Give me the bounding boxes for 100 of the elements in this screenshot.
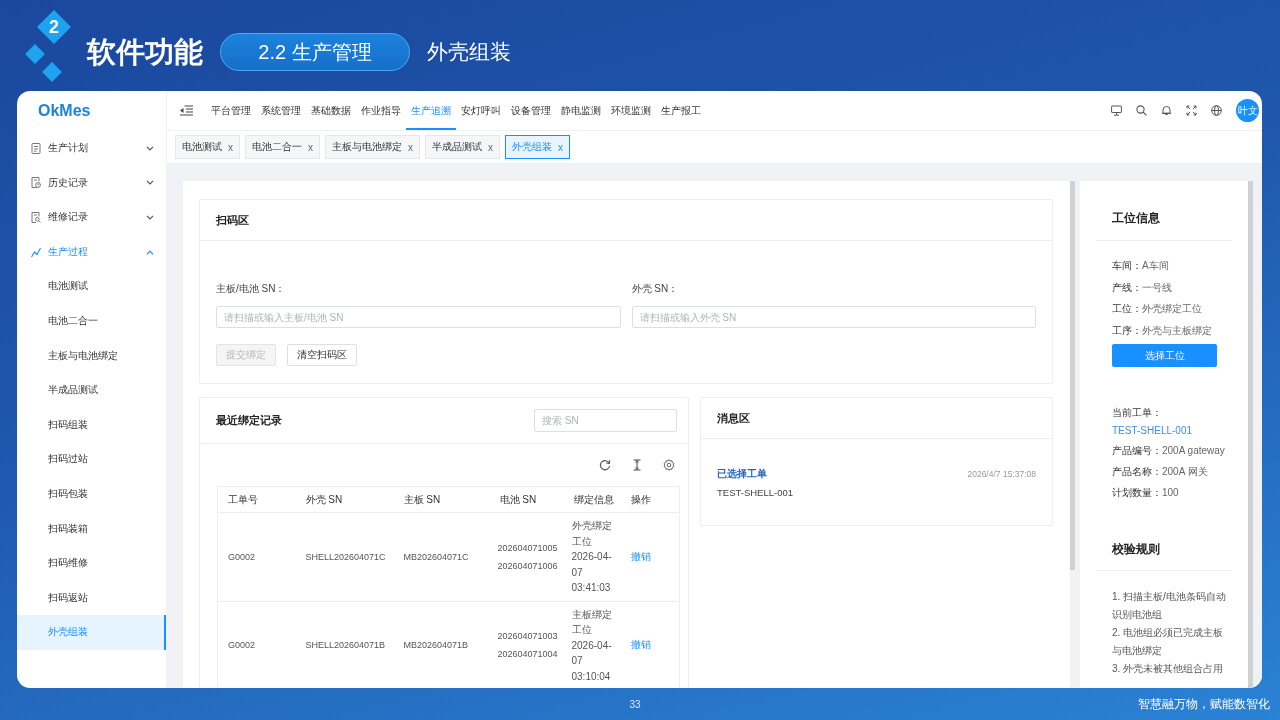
- sidebar-subitem[interactable]: 扫码过站: [17, 442, 166, 477]
- menu-fold-icon[interactable]: [180, 105, 193, 116]
- column-header: 主板 SN: [393, 486, 490, 513]
- tab-close-button[interactable]: x: [228, 141, 233, 153]
- message-title: 已选择工单: [717, 467, 767, 481]
- settings-icon[interactable]: [663, 459, 675, 471]
- page-tab[interactable]: 电池二合一 x: [245, 135, 320, 159]
- top-menu-item[interactable]: 平台管理: [206, 91, 256, 130]
- sidebar-subitem[interactable]: 扫码返站: [17, 580, 166, 616]
- info-value: 200A gateway: [1162, 445, 1225, 456]
- table-cell: 主板绑定工位 2026-04-07 03:10:04: [563, 601, 621, 688]
- slogan: 智慧融万物，赋能数智化: [1138, 695, 1270, 713]
- document-icon: [31, 142, 41, 154]
- chevron-down-icon[interactable]: [146, 215, 154, 220]
- info-value: A车间: [1142, 260, 1169, 271]
- info-label: 计划数量：: [1112, 487, 1162, 498]
- sidebar-item[interactable]: 生产计划: [17, 131, 166, 166]
- info-label: 车间：: [1112, 260, 1142, 271]
- column-header: 电池 SN: [489, 486, 564, 513]
- search-icon[interactable]: [1136, 105, 1147, 116]
- column-height-icon[interactable]: [631, 459, 643, 471]
- card-title: 消息区: [717, 410, 750, 426]
- input-field[interactable]: 请扫描或输入外壳 SN: [631, 306, 1036, 328]
- top-menu-item[interactable]: 生产报工: [656, 91, 706, 130]
- table-cell: MB202604071B: [393, 601, 490, 688]
- info-label: 工序：: [1112, 324, 1142, 336]
- sidebar-subitem[interactable]: 电池二合一: [17, 303, 166, 339]
- info-label: 产品编号：: [1112, 445, 1162, 456]
- sidebar-item[interactable]: 维修记录: [17, 200, 166, 235]
- line-chart-icon: [31, 246, 41, 258]
- monitor-icon[interactable]: [1111, 105, 1122, 116]
- top-menu-item[interactable]: 静电监测: [556, 91, 606, 130]
- field-label: 主板/电池 SN：: [216, 282, 287, 296]
- column-header: 外壳 SN: [295, 486, 394, 513]
- top-menu-item[interactable]: 作业指导: [356, 91, 406, 130]
- card-title: 扫码区: [216, 212, 249, 228]
- info-value: 外壳与主板绑定: [1142, 324, 1212, 336]
- rule-text: 3. 外壳未被其他组合占用: [1112, 662, 1225, 676]
- section-pill: 2.2 生产管理: [220, 33, 410, 71]
- info-value: 200A 网关: [1162, 466, 1208, 477]
- card-title: 最近绑定记录: [216, 413, 282, 428]
- page-tab[interactable]: 半成品测试 x: [425, 135, 500, 159]
- page-tab[interactable]: 电池测试 x: [175, 135, 240, 159]
- sidebar-subitem[interactable]: 扫码维修: [17, 546, 166, 581]
- chevron-down-icon[interactable]: [146, 180, 154, 186]
- tab-close-button[interactable]: x: [408, 141, 413, 153]
- scrollbar[interactable]: [1248, 181, 1253, 688]
- page-tab[interactable]: 主板与电池绑定 x: [325, 135, 420, 159]
- input-field[interactable]: 请扫描或输入主板/电池 SN: [216, 306, 621, 328]
- search-field[interactable]: 搜索 SN: [534, 409, 677, 432]
- top-menu-item[interactable]: 基础数据: [306, 91, 356, 130]
- fullscreen-icon[interactable]: [1186, 105, 1197, 116]
- document-search-icon: [31, 212, 41, 223]
- info-value: 一号线: [1142, 281, 1172, 293]
- table-cell: SHELL202604071B: [295, 601, 394, 688]
- info-label: 产品名称：: [1112, 466, 1162, 477]
- top-menu-item[interactable]: 安灯呼叫: [456, 91, 506, 130]
- scrollbar[interactable]: [1070, 181, 1075, 570]
- top-menu-item[interactable]: 环境监测: [606, 91, 656, 130]
- chevron-down-icon[interactable]: [146, 145, 154, 151]
- document-clock-icon: [31, 177, 41, 189]
- clear-button[interactable]: 清空扫码区: [287, 344, 357, 366]
- table-cell: G0002: [217, 512, 296, 601]
- page-number: 33: [629, 698, 641, 710]
- top-menu-item[interactable]: 设备管理: [506, 91, 556, 130]
- sidebar-subitem[interactable]: 扫码装箱: [17, 511, 166, 547]
- table-cell: SHELL202604071C: [295, 512, 394, 601]
- tab-close-button[interactable]: x: [308, 141, 313, 153]
- sidebar-subitem[interactable]: 主板与电池绑定: [17, 338, 166, 374]
- refresh-icon[interactable]: [599, 459, 611, 471]
- info-label: 产线：: [1112, 281, 1142, 293]
- table-cell: 202604071003 202604071004: [489, 601, 564, 688]
- sidebar-subitem[interactable]: 电池测试: [17, 269, 166, 304]
- info-label: 工位：: [1112, 303, 1142, 314]
- sidebar-subitem[interactable]: 半成品测试: [17, 373, 166, 408]
- table-cell: MB202604071C: [393, 512, 490, 601]
- section-number-badge: 2: [37, 10, 71, 44]
- tab-close-button[interactable]: x: [488, 141, 493, 153]
- sidebar-item[interactable]: 历史记录: [17, 165, 166, 201]
- top-menu-item[interactable]: 系统管理: [256, 91, 306, 130]
- field-label: 外壳 SN：: [631, 282, 680, 296]
- column-header: 操作: [620, 486, 680, 513]
- table-cell: 外壳绑定工位 2026-04-07 03:41:03: [563, 512, 621, 601]
- table-cell: G0002: [217, 601, 296, 688]
- globe-icon[interactable]: [1211, 105, 1222, 116]
- sidebar-subitem[interactable]: 扫码组装: [17, 407, 166, 443]
- column-header: 工单号: [217, 486, 296, 513]
- rule-text: 1. 扫描主板/电池条码自动识别电池组: [1112, 590, 1226, 622]
- info-value: 100: [1162, 487, 1179, 498]
- rule-text: 2. 电池组必须已完成主板与电池绑定: [1112, 626, 1225, 658]
- table-cell: 202604071005 202604071006: [489, 512, 564, 601]
- info-value: 外壳绑定工位: [1142, 303, 1202, 314]
- slide-title: 软件功能: [87, 34, 203, 70]
- chevron-up-icon[interactable]: [146, 249, 154, 255]
- message-time: 2026/4/7 15:37:08: [967, 469, 1036, 479]
- message-text: TEST-SHELL-001: [717, 487, 795, 498]
- section-title: 校验规则: [1096, 531, 1232, 571]
- work-order-link[interactable]: TEST-SHELL-001: [1112, 425, 1193, 436]
- bell-icon[interactable]: [1161, 105, 1172, 116]
- sidebar-subitem[interactable]: 扫码包装: [17, 476, 166, 512]
